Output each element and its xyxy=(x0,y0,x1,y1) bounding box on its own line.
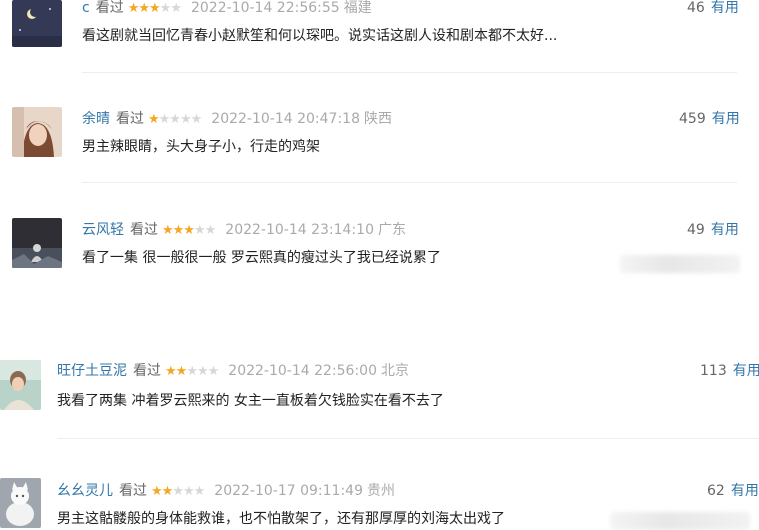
review-time: 2022-10-14 22:56:00 xyxy=(228,363,377,379)
review-meta: 幺幺灵儿 看过 ★★★★★ 2022-10-17 09:11:49 贵州 xyxy=(57,482,395,501)
useful-button[interactable]: 有用 xyxy=(733,363,759,379)
watched-label: 看过 xyxy=(130,222,158,238)
review-comment: 男主这骷髅般的身体能救谁，也不怕散架了，还有那厚厚的刘海太出戏了 xyxy=(57,511,505,527)
watched-label: 看过 xyxy=(133,363,161,379)
vote-count: 459 有用 xyxy=(679,110,740,128)
review-time: 2022-10-14 20:47:18 xyxy=(211,111,360,127)
review-location: 广东 xyxy=(377,222,406,238)
vote-count: 46 有用 xyxy=(687,0,739,17)
watched-label: 看过 xyxy=(95,0,124,16)
avatar[interactable] xyxy=(0,360,41,410)
divider xyxy=(82,182,737,183)
review-location: 北京 xyxy=(380,363,409,379)
username-link[interactable]: c xyxy=(82,0,90,16)
vote-number: 49 xyxy=(687,222,705,238)
review-comment: 男主辣眼睛，头大身子小，行走的鸡架 xyxy=(82,139,320,155)
useful-button[interactable]: 有用 xyxy=(731,483,759,499)
blurred-overlay xyxy=(610,512,750,530)
vote-number: 62 xyxy=(707,483,725,499)
vote-count: 49 有用 xyxy=(687,221,739,239)
username-link[interactable]: 余晴 xyxy=(82,111,110,127)
review-location: 福建 xyxy=(343,0,372,16)
review-location: 陕西 xyxy=(363,111,392,127)
vote-number: 459 xyxy=(679,111,706,127)
vote-count: 62 有用 xyxy=(707,482,759,500)
avatar[interactable] xyxy=(12,0,62,47)
rating-stars: ★★★★★ xyxy=(151,484,205,499)
username-link[interactable]: 幺幺灵儿 xyxy=(57,483,113,499)
review-meta: 云风轻 看过 ★★★★★ 2022-10-14 23:14:10 广东 xyxy=(82,221,406,240)
divider xyxy=(82,72,737,73)
review-meta: 余晴 看过 ★★★★★ 2022-10-14 20:47:18 陕西 xyxy=(82,110,392,129)
review-comment: 我看了两集 冲着罗云熙来的 女主一直板着欠钱脸实在看不去了 xyxy=(57,393,444,409)
avatar[interactable] xyxy=(12,218,62,268)
useful-button[interactable]: 有用 xyxy=(711,0,739,16)
blurred-overlay xyxy=(620,255,740,273)
rating-stars: ★★★★★ xyxy=(162,223,216,238)
watched-label: 看过 xyxy=(116,111,144,127)
review-time: 2022-10-14 23:14:10 xyxy=(225,222,374,238)
review-location: 贵州 xyxy=(366,483,395,499)
vote-count: 113 有用 xyxy=(700,362,759,380)
rating-stars: ★★★★★ xyxy=(148,112,202,127)
review-time: 2022-10-14 22:56:55 xyxy=(190,0,340,16)
review-meta: c 看过 ★★★★★ 2022-10-14 22:56:55 福建 xyxy=(82,0,372,18)
useful-button[interactable]: 有用 xyxy=(711,222,739,238)
review-time: 2022-10-17 09:11:49 xyxy=(214,483,363,499)
rating-stars: ★★★★★ xyxy=(165,364,219,379)
username-link[interactable]: 旺仔土豆泥 xyxy=(57,363,127,379)
avatar[interactable] xyxy=(0,478,41,528)
username-link[interactable]: 云风轻 xyxy=(82,222,124,238)
vote-number: 46 xyxy=(687,0,705,16)
review-meta: 旺仔土豆泥 看过 ★★★★★ 2022-10-14 22:56:00 北京 xyxy=(57,362,409,381)
avatar[interactable] xyxy=(12,107,62,157)
review-comment: 看这剧就当回忆青春小赵默笙和何以琛吧。说实话这剧人设和剧本都不太好... xyxy=(82,28,558,44)
review-comment: 看了一集 很一般很一般 罗云熙真的瘦过头了我已经说累了 xyxy=(82,250,441,266)
rating-stars: ★★★★★ xyxy=(127,1,182,16)
watched-label: 看过 xyxy=(119,483,147,499)
divider xyxy=(57,438,759,439)
useful-button[interactable]: 有用 xyxy=(712,111,740,127)
vote-number: 113 xyxy=(700,363,727,379)
